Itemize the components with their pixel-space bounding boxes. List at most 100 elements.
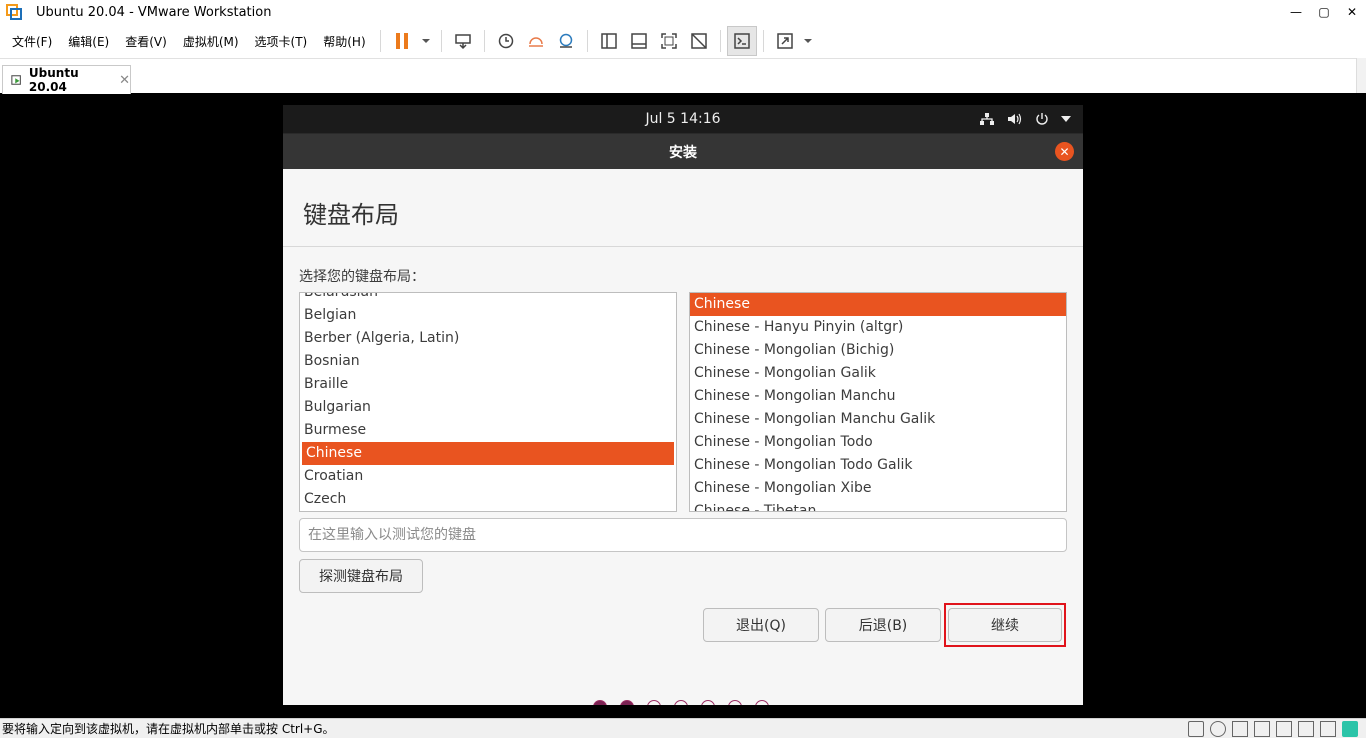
back-button[interactable]: 后退(B)	[825, 608, 941, 642]
layout-list[interactable]: Belarusian Belgian Berber (Algeria, Lati…	[299, 292, 677, 512]
sound-card-icon[interactable]	[1298, 721, 1314, 737]
window-title: Ubuntu 20.04 - VMware Workstation	[36, 4, 272, 20]
guest-screen[interactable]: Jul 5 14:16 安装 ✕ 键盘布局 选择您的键盘布局： Belarusi…	[283, 105, 1083, 705]
menu-vm[interactable]: 虚拟机(M)	[175, 33, 247, 50]
menu-edit[interactable]: 编辑(E)	[60, 33, 117, 50]
snapshot-clock-icon	[498, 33, 513, 49]
tabstrip-scrollbar[interactable]	[1356, 58, 1366, 93]
vm-tabstrip: Ubuntu 20.04 ✕	[0, 58, 1366, 94]
list-item[interactable]: Berber (Algeria, Latin)	[300, 327, 676, 350]
progress-dot	[728, 700, 742, 705]
snapshot-manager-icon	[559, 33, 572, 48]
clock[interactable]: Jul 5 14:16	[645, 111, 720, 127]
close-window-button[interactable]: ✕	[1338, 0, 1366, 24]
list-item[interactable]: Chinese - Mongolian Galik	[690, 362, 1066, 385]
progress-dot	[755, 700, 769, 705]
pause-button[interactable]	[387, 26, 417, 56]
show-library-button[interactable]	[594, 26, 624, 56]
list-item[interactable]: Croatian	[300, 465, 676, 488]
list-item[interactable]: Bulgarian	[300, 396, 676, 419]
toolbar-divider	[440, 30, 442, 52]
usb-icon[interactable]	[1276, 721, 1292, 737]
list-item[interactable]: Braille	[300, 373, 676, 396]
stretch-guest-button[interactable]	[770, 26, 800, 56]
list-item-selected[interactable]: Chinese	[302, 442, 674, 465]
menu-view[interactable]: 查看(V)	[117, 33, 175, 50]
list-item[interactable]: Chinese - Tibetan	[690, 500, 1066, 511]
list-item[interactable]: Belarusian	[300, 293, 676, 304]
send-ctrl-alt-del-button[interactable]	[448, 26, 478, 56]
quit-button[interactable]: 退出(Q)	[703, 608, 819, 642]
list-item[interactable]: Bosnian	[300, 350, 676, 373]
list-item[interactable]: Chinese - Mongolian Manchu	[690, 385, 1066, 408]
list-item[interactable]: Burmese	[300, 419, 676, 442]
status-bar: 要将输入定向到该虚拟机，请在虚拟机内部单击或按 Ctrl+G。	[0, 718, 1366, 738]
menu-tabs[interactable]: 选项卡(T)	[247, 33, 316, 50]
stretch-dropdown-button[interactable]	[800, 26, 816, 56]
pause-icon	[395, 33, 408, 49]
status-text: 要将输入定向到该虚拟机，请在虚拟机内部单击或按 Ctrl+G。	[2, 722, 335, 736]
list-item-selected[interactable]: Chinese	[690, 293, 1066, 316]
list-item[interactable]: Czech	[300, 488, 676, 511]
progress-dots	[593, 700, 769, 705]
chevron-down-icon	[421, 39, 430, 43]
power-dropdown-button[interactable]	[417, 26, 435, 56]
list-item[interactable]: Chinese - Mongolian Todo	[690, 431, 1066, 454]
tab-label: Ubuntu 20.04	[28, 66, 79, 94]
menubar: 文件(F) 编辑(E) 查看(V) 虚拟机(M) 选项卡(T) 帮助(H)	[0, 24, 1366, 58]
system-menu-arrow-icon[interactable]	[1061, 116, 1071, 122]
network-adapter-icon[interactable]	[1232, 721, 1248, 737]
console-view-button[interactable]	[726, 26, 757, 56]
gnome-top-bar: Jul 5 14:16	[283, 105, 1083, 133]
installer-close-button[interactable]: ✕	[1055, 142, 1074, 161]
maximize-button[interactable]: ▢	[1310, 0, 1338, 24]
sidebar-layout-icon	[600, 33, 617, 49]
printer-icon[interactable]	[1254, 721, 1270, 737]
variant-list[interactable]: Chinese Chinese - Hanyu Pinyin (altgr) C…	[689, 292, 1067, 512]
message-log-icon[interactable]	[1342, 721, 1358, 737]
layout-prompt: 选择您的键盘布局：	[299, 269, 425, 285]
tab-ubuntu[interactable]: Ubuntu 20.04 ✕	[2, 65, 131, 94]
installer-header: 安装 ✕	[283, 133, 1083, 169]
cd-drive-icon[interactable]	[1210, 721, 1226, 737]
fullscreen-icon	[660, 33, 677, 49]
volume-icon[interactable]	[1007, 112, 1023, 126]
toolbar-divider	[586, 30, 588, 52]
hard-disk-icon[interactable]	[1188, 721, 1204, 737]
list-item[interactable]: Belgian	[300, 304, 676, 327]
display-icon[interactable]	[1320, 721, 1336, 737]
toolbar-divider	[483, 30, 485, 52]
minimize-button[interactable]: —	[1282, 0, 1310, 24]
highlight-box	[944, 603, 1066, 647]
keyboard-send-icon	[454, 34, 471, 50]
list-item[interactable]: Chinese - Mongolian Manchu Galik	[690, 408, 1066, 431]
unity-icon	[690, 33, 707, 49]
list-item[interactable]: Chinese - Hanyu Pinyin (altgr)	[690, 316, 1066, 339]
menu-file[interactable]: 文件(F)	[4, 33, 60, 50]
toolbar-divider	[379, 30, 381, 52]
full-screen-button[interactable]	[654, 26, 684, 56]
revert-snapshot-button[interactable]	[521, 26, 551, 56]
menu-help[interactable]: 帮助(H)	[315, 33, 373, 50]
tab-close-icon[interactable]: ✕	[119, 73, 130, 88]
progress-dot	[593, 700, 607, 705]
detect-layout-button[interactable]: 探测键盘布局	[299, 559, 423, 593]
divider	[283, 246, 1083, 247]
network-icon[interactable]	[979, 112, 995, 126]
toolbar-divider	[762, 30, 764, 52]
page-title: 键盘布局	[303, 201, 399, 229]
vm-tab-icon	[11, 75, 21, 85]
list-item[interactable]: Chinese - Mongolian Xibe	[690, 477, 1066, 500]
snapshot-manager-button[interactable]	[551, 26, 581, 56]
progress-dot	[620, 700, 634, 705]
power-icon[interactable]	[1035, 112, 1049, 126]
thumbnail-bar-button[interactable]	[624, 26, 654, 56]
thumbnail-layout-icon	[630, 33, 647, 49]
toolbar-divider	[719, 30, 721, 52]
window-titlebar: Ubuntu 20.04 - VMware Workstation — ▢ ✕	[0, 0, 1366, 24]
list-item[interactable]: Chinese - Mongolian (Bichig)	[690, 339, 1066, 362]
snapshot-button[interactable]	[491, 26, 521, 56]
unity-mode-button[interactable]	[684, 26, 714, 56]
keyboard-test-input[interactable]: 在这里输入以测试您的键盘	[299, 518, 1067, 552]
list-item[interactable]: Chinese - Mongolian Todo Galik	[690, 454, 1066, 477]
